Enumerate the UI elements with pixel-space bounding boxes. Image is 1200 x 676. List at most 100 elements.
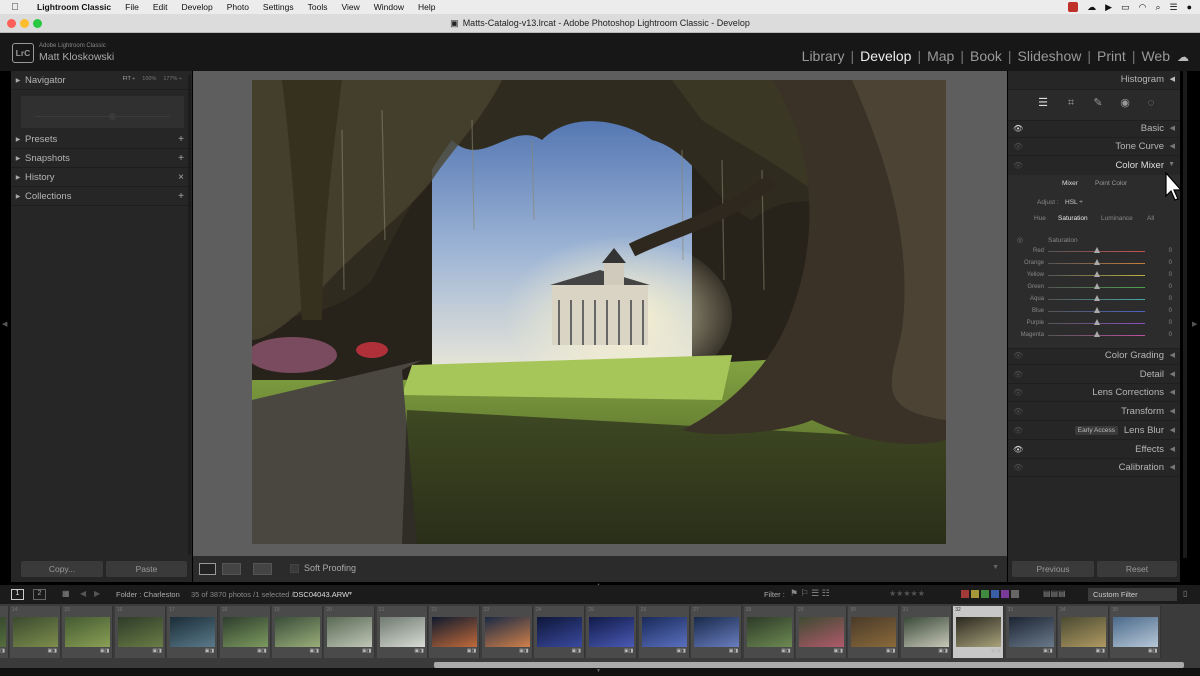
collections-header[interactable]: ▶ Collections + [11,187,192,206]
slider-value[interactable]: 0 [1169,332,1172,338]
histogram-header[interactable]: Histogram ◀ [1008,71,1180,90]
menu-develop[interactable]: Develop [175,2,220,12]
edit-sliders-icon[interactable]: ☰ [1036,96,1050,110]
before-after-icon[interactable] [222,563,241,575]
grid-view-icon[interactable]: ▦ [62,589,70,598]
transform-header[interactable]: 👁 Transform ◀ [1008,403,1180,422]
color-grading-header[interactable]: 👁 Color Grading ◀ [1008,347,1180,365]
slider-value[interactable]: 0 [1169,284,1172,290]
tone-curve-header[interactable]: 👁 Tone Curve ◀ [1008,138,1180,156]
menu-settings[interactable]: Settings [256,2,301,12]
slider-value[interactable]: 0 [1169,248,1172,254]
filmstrip-thumbnail[interactable]: 21 ▣◨ [376,606,428,658]
close-window-button[interactable] [7,19,16,28]
history-header[interactable]: ▶ History × [11,168,192,187]
toolbar-menu-icon[interactable]: ▼ [992,564,999,571]
all-tab[interactable]: All [1147,215,1154,222]
filmstrip-thumbnail[interactable]: 25 ▣◨ [586,606,638,658]
slider-thumb[interactable] [1094,295,1100,301]
filmstrip-thumbnail[interactable]: 22 ▣◨ [429,606,481,658]
cloud-sync-icon[interactable]: ☁ [1177,50,1189,64]
healing-icon[interactable]: ✎ [1091,96,1105,110]
control-center-icon[interactable]: ☰ [1169,2,1177,13]
filmstrip-thumbnail[interactable]: 18 ▣◨ [219,606,271,658]
soft-proofing-checkbox[interactable] [290,564,299,573]
screen-2-button[interactable]: 2 [33,589,46,600]
before-after-swap-icon[interactable] [253,563,272,575]
source-label[interactable]: Folder : Charleston [116,590,180,599]
luminance-tab[interactable]: Luminance [1101,215,1133,222]
photo-preview[interactable] [252,80,946,544]
filmstrip-thumbnail[interactable]: 24 ▣◨ [534,606,585,658]
eye-icon[interactable]: 👁 [1013,370,1023,379]
filmstrip-thumbnail[interactable]: 17 ▣◨ [167,606,219,658]
filter-lock-icon[interactable]: ▯ [1183,589,1187,598]
menu-edit[interactable]: Edit [146,2,175,12]
flag-filter-icons[interactable]: ⚑ ⚐ ☰ ☷ [790,588,830,599]
left-panel-collapse-arrow[interactable]: ◀ [2,320,7,328]
star-filter-icons[interactable]: ★★★★★ [889,589,925,598]
yellow-label-filter[interactable] [971,590,979,598]
saturation-tab[interactable]: Saturation [1058,215,1088,222]
module-web[interactable]: Web [1141,48,1170,64]
basic-panel-header[interactable]: 👁 Basic ◀ [1008,120,1180,138]
menu-photo[interactable]: Photo [220,2,256,12]
effects-header[interactable]: 👁 Effects ◀ [1008,441,1180,459]
menu-tools[interactable]: Tools [301,2,335,12]
slider-thumb[interactable] [1094,319,1100,325]
module-slideshow[interactable]: Slideshow [1018,48,1082,64]
filmstrip-thumbnail[interactable]: 26 ▣◨ [638,606,690,658]
masking-icon[interactable]: ◌ [1144,96,1158,110]
slider-thumb[interactable] [1094,283,1100,289]
play-icon[interactable]: ▶ [1105,2,1112,13]
filmstrip-thumbnail[interactable]: 33 ▣◨ [1005,606,1057,658]
eye-icon[interactable]: 👁 [1013,124,1023,133]
eye-icon[interactable]: 👁 [1013,351,1023,360]
slider-thumb[interactable] [1094,271,1100,277]
eye-icon[interactable]: 👁 [1013,407,1023,416]
right-panel-scrollbar[interactable] [1183,71,1187,558]
module-develop[interactable]: Develop [860,48,911,64]
zoom-fit[interactable]: FIT ÷ [123,76,136,82]
slider-value[interactable]: 0 [1169,260,1172,266]
search-icon[interactable]: ⌕ [1155,2,1160,13]
filmstrip-thumbnail[interactable]: 23 ▣◨ [481,606,533,658]
color-mixer-header[interactable]: 👁 Color Mixer ▼ [1008,157,1180,175]
adjust-select[interactable]: HSL ÷ [1065,199,1083,206]
module-library[interactable]: Library [802,48,845,64]
reset-button[interactable]: Reset [1097,561,1177,577]
targeted-adjustment-icon[interactable]: ◎ [1017,236,1023,244]
filmstrip-thumbnail[interactable]: 28 ▣◨ [743,606,795,658]
blue-label-filter[interactable] [991,590,999,598]
red-eye-icon[interactable]: ◉ [1118,96,1132,110]
add-preset-icon[interactable]: + [178,134,184,145]
siri-icon[interactable]: ● [1187,2,1192,12]
previous-button[interactable]: Previous [1012,561,1094,577]
loupe-view-icon[interactable] [199,563,216,575]
slider-thumb[interactable] [1094,247,1100,253]
battery-icon[interactable]: ▭ [1121,2,1130,13]
filmstrip-thumbnail[interactable]: 15 ▣◨ [62,606,114,658]
navigator-preview[interactable] [21,96,184,128]
eye-icon[interactable]: 👁 [1013,161,1023,170]
zoom-177[interactable]: 177% ÷ [163,76,182,82]
slider-value[interactable]: 0 [1169,272,1172,278]
slider-thumb[interactable] [1094,307,1100,313]
slider-value[interactable]: 0 [1169,320,1172,326]
menu-view[interactable]: View [334,2,366,12]
calibration-header[interactable]: 👁 Calibration ◀ [1008,459,1180,478]
copy-settings-button[interactable]: Copy... [21,561,103,577]
presets-header[interactable]: ▶ Presets + [11,130,192,149]
slider-thumb[interactable] [1094,259,1100,265]
wifi-icon[interactable]: ◠ [1139,2,1147,13]
filmstrip-thumbnail[interactable]: 35 ▣◨ [1110,606,1162,658]
module-book[interactable]: Book [970,48,1002,64]
clear-history-icon[interactable]: × [178,172,184,183]
add-collection-icon[interactable]: + [178,191,184,202]
detail-header[interactable]: 👁 Detail ◀ [1008,366,1180,384]
green-label-filter[interactable] [981,590,989,598]
filmstrip-thumbnail[interactable]: 19 ▣◨ [272,606,323,658]
slider-value[interactable]: 0 [1169,296,1172,302]
menu-help[interactable]: Help [411,2,442,12]
filmstrip-thumbnail[interactable]: 16 ▣◨ [114,606,166,658]
